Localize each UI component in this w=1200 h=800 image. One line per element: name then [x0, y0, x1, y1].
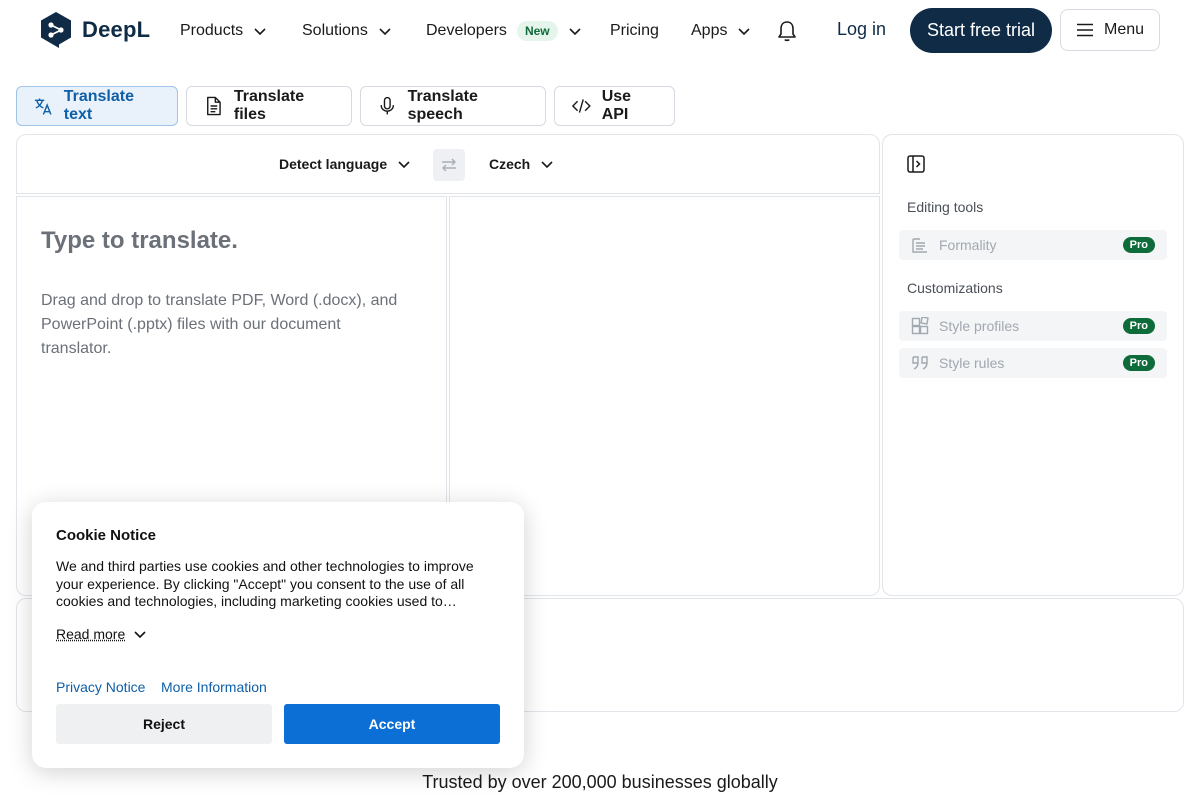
top-nav: DeepL Products Solutions Developers New …: [0, 0, 1200, 62]
tab-translate-files[interactable]: Translate files: [186, 86, 352, 126]
nav-apps[interactable]: Apps: [691, 19, 751, 43]
nav-pricing[interactable]: Pricing: [610, 19, 659, 43]
read-more-label: Read more: [56, 626, 126, 642]
more-information-link[interactable]: More Information: [161, 679, 267, 695]
side-panel: Editing tools Formality Pro Customizatio…: [882, 134, 1184, 596]
nav-products[interactable]: Products: [180, 19, 267, 43]
privacy-notice-link[interactable]: Privacy Notice: [56, 679, 145, 695]
chevron-down-icon: [569, 28, 581, 36]
trusted-tagline: Trusted by over 200,000 businesses globa…: [422, 772, 778, 792]
chevron-down-icon: [738, 28, 751, 36]
formality-label: Formality: [939, 237, 997, 253]
nav-apps-label: Apps: [691, 22, 728, 39]
pro-badge: Pro: [1122, 237, 1155, 253]
microphone-icon: [380, 96, 395, 115]
nav-solutions[interactable]: Solutions: [302, 19, 392, 43]
target-language-select[interactable]: Czech: [489, 156, 554, 172]
style-profiles-label: Style profiles: [939, 318, 1020, 334]
nav-pricing-label: Pricing: [610, 22, 659, 39]
deepl-logo[interactable]: DeepL: [40, 11, 150, 49]
formality-option[interactable]: Formality Pro: [899, 230, 1167, 260]
tab-translate-speech-label: Translate speech: [407, 88, 478, 123]
source-language-label: Detect language: [279, 156, 388, 172]
style-rules-label: Style rules: [939, 355, 1005, 371]
menu-label: Menu: [1103, 21, 1145, 38]
style-rules-option[interactable]: Style rules Pro: [899, 348, 1167, 378]
formality-icon: [912, 238, 927, 253]
bell-icon[interactable]: [777, 20, 797, 42]
style-profiles-option[interactable]: Style profiles Pro: [899, 311, 1167, 341]
swap-icon: [442, 158, 456, 172]
language-bar: Detect language Czech: [16, 134, 880, 194]
quote-icon: [912, 356, 928, 370]
chevron-down-icon: [254, 28, 266, 36]
hamburger-icon: [1076, 23, 1093, 37]
tab-use-api-label: Use API: [601, 88, 632, 123]
new-badge: New: [516, 21, 558, 41]
deepl-logo-icon: [41, 12, 71, 48]
chevron-down-icon: [398, 161, 410, 169]
tab-translate-speech[interactable]: Translate speech: [360, 86, 546, 126]
cookie-body: We and third parties use cookies and oth…: [56, 558, 474, 610]
chevron-down-icon: [541, 161, 553, 169]
source-language-select[interactable]: Detect language: [279, 156, 411, 172]
nav-solutions-label: Solutions: [302, 22, 368, 39]
cookie-notice: Cookie Notice We and third parties use c…: [32, 502, 524, 768]
translate-icon: [34, 98, 52, 115]
pro-badge: Pro: [1122, 355, 1155, 371]
code-icon: [571, 99, 591, 113]
tab-translate-text[interactable]: Translate text: [16, 86, 178, 126]
chevron-down-icon: [379, 28, 391, 36]
nav-developers-label: Developers: [426, 22, 507, 39]
chevron-down-icon: [134, 631, 146, 639]
menu-button[interactable]: Menu: [1060, 9, 1160, 51]
accept-button[interactable]: Accept: [284, 704, 500, 744]
customizations-heading: Customizations: [907, 280, 1003, 296]
swap-languages-button[interactable]: [433, 149, 465, 181]
drag-drop-hint: Drag and drop to translate PDF, Word (.d…: [41, 292, 398, 357]
reject-button[interactable]: Reject: [56, 704, 272, 744]
source-placeholder: Type to translate.: [41, 227, 238, 254]
tab-translate-text-label: Translate text: [63, 88, 134, 123]
login-link[interactable]: Log in: [837, 19, 886, 40]
start-trial-button[interactable]: Start free trial: [910, 8, 1052, 53]
style-profiles-icon: [911, 317, 929, 335]
nav-products-label: Products: [180, 22, 244, 39]
read-more-toggle[interactable]: Read more: [56, 626, 147, 642]
target-language-label: Czech: [489, 156, 531, 172]
editing-tools-heading: Editing tools: [907, 199, 984, 215]
tab-translate-files-label: Translate files: [233, 88, 305, 123]
cookie-title: Cookie Notice: [56, 527, 157, 544]
document-icon: [207, 96, 221, 116]
brand-name: DeepL: [82, 17, 151, 42]
nav-developers[interactable]: Developers New: [426, 19, 582, 43]
panel-toggle-icon[interactable]: [907, 155, 925, 173]
tab-use-api[interactable]: Use API: [554, 86, 675, 126]
pro-badge: Pro: [1122, 318, 1155, 334]
